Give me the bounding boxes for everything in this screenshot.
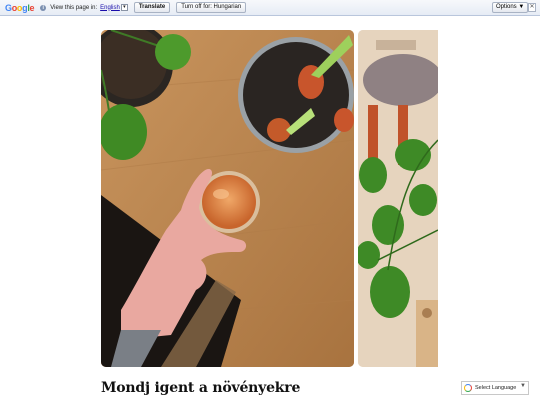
options-button[interactable]: Options ▼	[492, 2, 529, 13]
language-dropdown-icon[interactable]: ▾	[120, 4, 128, 11]
translate-bar: Google i View this page in: English ▾ Tr…	[0, 0, 540, 16]
gallery-photo-side[interactable]	[358, 30, 438, 367]
google-logo: Google	[5, 2, 35, 13]
chevron-down-icon: ▼	[520, 383, 526, 389]
translate-button[interactable]: Translate	[133, 2, 171, 13]
plant-stool-photo	[358, 30, 438, 367]
target-language-link[interactable]: English	[100, 5, 120, 11]
post-title[interactable]: Mondj igent a növényekre	[101, 380, 300, 396]
close-icon[interactable]: ✕	[528, 3, 536, 12]
plants-coffee-photo	[101, 30, 354, 367]
turn-off-button[interactable]: Turn off for: Hungarian	[176, 2, 247, 13]
info-icon: i	[40, 4, 47, 11]
select-language-widget[interactable]: Select Language ▼	[461, 381, 529, 395]
gallery-photo-main[interactable]	[101, 30, 354, 367]
view-page-label: View this page in:	[50, 4, 98, 11]
google-g-icon	[464, 384, 472, 392]
select-language-label: Select Language	[475, 385, 517, 391]
